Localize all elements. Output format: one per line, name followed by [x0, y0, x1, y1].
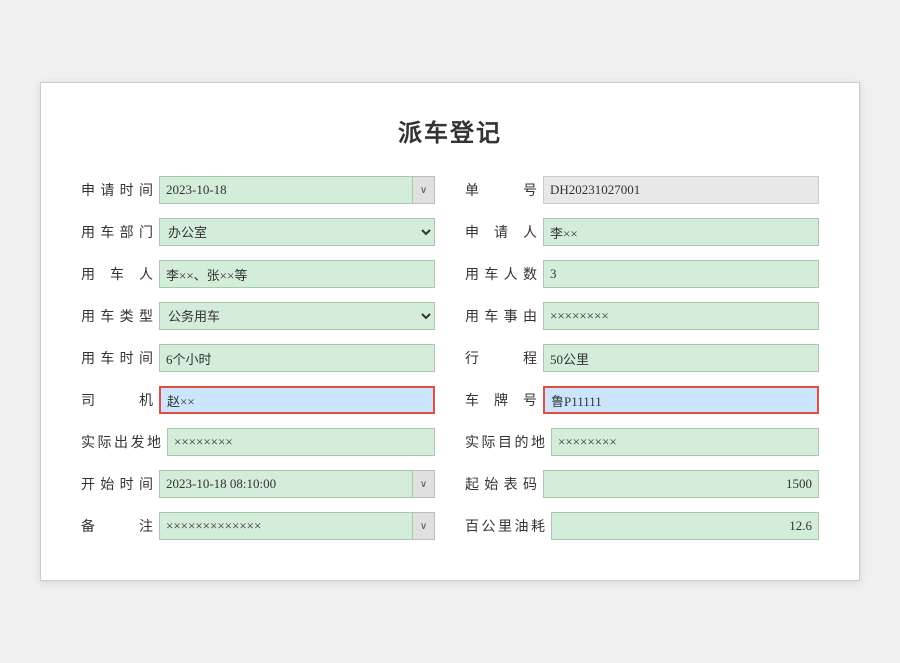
- reason-label: 用车事由: [465, 306, 537, 326]
- dept-select[interactable]: 办公室 销售部 技术部 行政部: [159, 218, 435, 246]
- car-type-label: 用车类型: [81, 306, 153, 326]
- dest-row: 实际目的地: [465, 428, 819, 456]
- car-type-select[interactable]: 公务用车 私家车 租赁车: [159, 302, 435, 330]
- applicant-row: 申 请 人: [465, 218, 819, 246]
- depart-row: 实际出发地: [81, 428, 435, 456]
- dest-input[interactable]: [551, 428, 819, 456]
- driver-input[interactable]: [159, 386, 435, 414]
- apply-time-label: 申请时间: [81, 180, 153, 200]
- car-time-input[interactable]: [159, 344, 435, 372]
- page-title: 派车登记: [81, 113, 819, 148]
- order-no-row: 单 号: [465, 176, 819, 204]
- depart-label: 实际出发地: [81, 432, 161, 452]
- notes-expand-btn[interactable]: ∨: [413, 512, 435, 540]
- odo-start-input[interactable]: [543, 470, 819, 498]
- plate-input[interactable]: [543, 386, 819, 414]
- driver-label: 司 机: [81, 390, 153, 410]
- fuel-label: 百公里油耗: [465, 516, 545, 536]
- apply-time-wrapper: ∨: [159, 176, 435, 204]
- order-no-input[interactable]: [543, 176, 819, 204]
- user-count-label: 用车人数: [465, 264, 537, 284]
- start-time-row: 开始时间 ∨: [81, 470, 435, 498]
- start-time-wrapper: ∨: [159, 470, 435, 498]
- start-time-input[interactable]: [159, 470, 413, 498]
- car-type-row: 用车类型 公务用车 私家车 租赁车: [81, 302, 435, 330]
- user-count-input[interactable]: [543, 260, 819, 288]
- dept-label: 用车部门: [81, 222, 153, 242]
- odo-start-row: 起始表码: [465, 470, 819, 498]
- applicant-label: 申 请 人: [465, 222, 537, 242]
- start-time-label: 开始时间: [81, 474, 153, 494]
- car-time-label: 用车时间: [81, 348, 153, 368]
- order-no-label: 单 号: [465, 180, 537, 200]
- users-row: 用 车 人: [81, 260, 435, 288]
- dept-row: 用车部门 办公室 销售部 技术部 行政部: [81, 218, 435, 246]
- form-card: 派车登记 申请时间 ∨ 单 号 用车部门 办公室 销售部 技术部 行政部: [40, 82, 860, 581]
- notes-input[interactable]: [159, 512, 413, 540]
- notes-label: 备 注: [81, 516, 153, 536]
- notes-wrapper: ∨: [159, 512, 435, 540]
- user-count-row: 用车人数: [465, 260, 819, 288]
- mileage-row: 行 程: [465, 344, 819, 372]
- fuel-row: 百公里油耗: [465, 512, 819, 540]
- apply-time-row: 申请时间 ∨: [81, 176, 435, 204]
- mileage-input[interactable]: [543, 344, 819, 372]
- plate-label: 车 牌 号: [465, 390, 537, 410]
- reason-row: 用车事由: [465, 302, 819, 330]
- users-label: 用 车 人: [81, 264, 153, 284]
- fuel-input[interactable]: [551, 512, 819, 540]
- car-time-row: 用车时间: [81, 344, 435, 372]
- depart-input[interactable]: [167, 428, 435, 456]
- apply-time-input[interactable]: [159, 176, 413, 204]
- apply-time-picker-btn[interactable]: ∨: [413, 176, 435, 204]
- users-input[interactable]: [159, 260, 435, 288]
- applicant-input[interactable]: [543, 218, 819, 246]
- form-grid: 申请时间 ∨ 单 号 用车部门 办公室 销售部 技术部 行政部 申 请 人: [81, 176, 819, 540]
- start-time-picker-btn[interactable]: ∨: [413, 470, 435, 498]
- plate-row: 车 牌 号: [465, 386, 819, 414]
- odo-start-label: 起始表码: [465, 474, 537, 494]
- mileage-label: 行 程: [465, 348, 537, 368]
- dest-label: 实际目的地: [465, 432, 545, 452]
- notes-row: 备 注 ∨: [81, 512, 435, 540]
- driver-row: 司 机: [81, 386, 435, 414]
- reason-input[interactable]: [543, 302, 819, 330]
